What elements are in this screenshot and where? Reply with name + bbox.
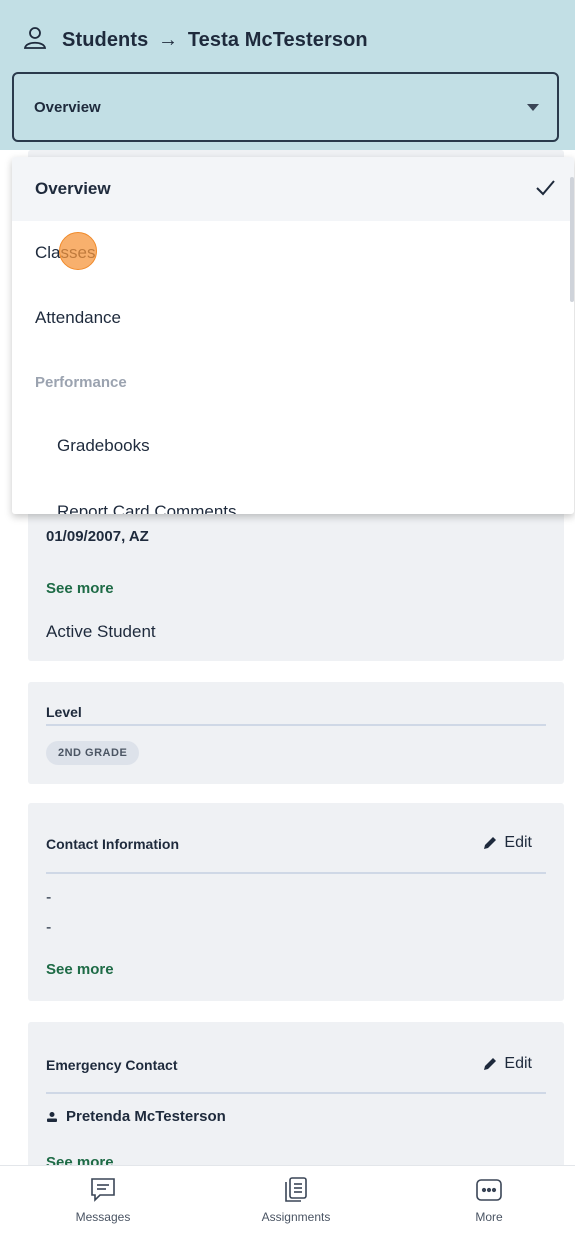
emergency-contact-card: Emergency Contact Edit Pretenda McTester… (28, 1022, 564, 1182)
nav-more[interactable]: More (429, 1176, 549, 1224)
dropdown-item-label: Gradebooks (57, 436, 150, 455)
student-status: Active Student (46, 622, 156, 641)
contact-info-title: Contact Information (46, 836, 179, 852)
breadcrumb: Students → Testa McTesterson (22, 22, 368, 58)
grade-badge: 2ND GRADE (46, 741, 140, 765)
section-dropdown-menu: Overview Classes Attendance Performance … (12, 157, 574, 514)
breadcrumb-current: Testa McTesterson (187, 28, 368, 51)
page-header: Students → Testa McTesterson Overview (0, 0, 575, 150)
profile-see-more-link[interactable]: See more (46, 580, 114, 597)
touch-indicator (59, 232, 97, 270)
checkmark-icon (536, 180, 555, 196)
dropdown-item-overview[interactable]: Overview (12, 157, 574, 221)
contact-line-2: - (46, 919, 52, 936)
dropdown-item-label: Attendance (35, 308, 122, 327)
contact-edit-label: Edit (504, 834, 532, 851)
contact-see-more-link[interactable]: See more (46, 961, 114, 978)
dropdown-item-label: Report Card Comments (57, 502, 237, 514)
nav-messages[interactable]: Messages (43, 1176, 163, 1224)
section-select-value: Overview (34, 98, 101, 116)
nav-label: Assignments (261, 1210, 331, 1224)
contact-line-1: - (46, 889, 52, 906)
breadcrumb-arrow: → (158, 28, 179, 51)
chevron-down-icon (527, 104, 539, 111)
contact-info-card: Contact Information Edit - - See more (28, 803, 564, 1001)
level-card: Level 2ND GRADE (28, 682, 564, 784)
dob-state: 01/09/2007, AZ (46, 528, 149, 545)
contact-edit-button[interactable]: Edit (482, 834, 532, 852)
nav-label: More (475, 1210, 503, 1224)
emergency-contact-row: Pretenda McTesterson (46, 1108, 226, 1125)
emergency-contact-title: Emergency Contact (46, 1057, 178, 1073)
pencil-icon (484, 837, 497, 849)
section-select[interactable]: Overview (12, 72, 559, 142)
emergency-edit-button[interactable]: Edit (482, 1055, 532, 1073)
dropdown-item-report-card-comments[interactable]: Report Card Comments (12, 480, 574, 514)
dropdown-scrollbar[interactable] (570, 177, 574, 302)
assignments-icon (285, 1177, 307, 1202)
emergency-edit-label: Edit (504, 1055, 532, 1072)
more-icon (476, 1179, 502, 1201)
nav-assignments[interactable]: Assignments (236, 1176, 356, 1224)
pencil-icon (484, 1058, 497, 1070)
messages-icon (91, 1178, 115, 1202)
dropdown-item-gradebooks[interactable]: Gradebooks (12, 414, 574, 478)
nav-label: Messages (75, 1210, 131, 1224)
student-icon (22, 25, 48, 56)
dropdown-item-attendance[interactable]: Attendance (12, 286, 574, 350)
bottom-navigation: Messages Assignments More (0, 1165, 575, 1235)
dropdown-item-label: Overview (35, 179, 111, 198)
level-title: Level (46, 704, 82, 720)
dropdown-group-label: Performance (35, 373, 127, 391)
person-icon (47, 1111, 57, 1122)
emergency-contact-name: Pretenda McTesterson (66, 1108, 226, 1125)
dropdown-group-performance: Performance (12, 350, 574, 414)
breadcrumb-students[interactable]: Students (62, 29, 148, 51)
